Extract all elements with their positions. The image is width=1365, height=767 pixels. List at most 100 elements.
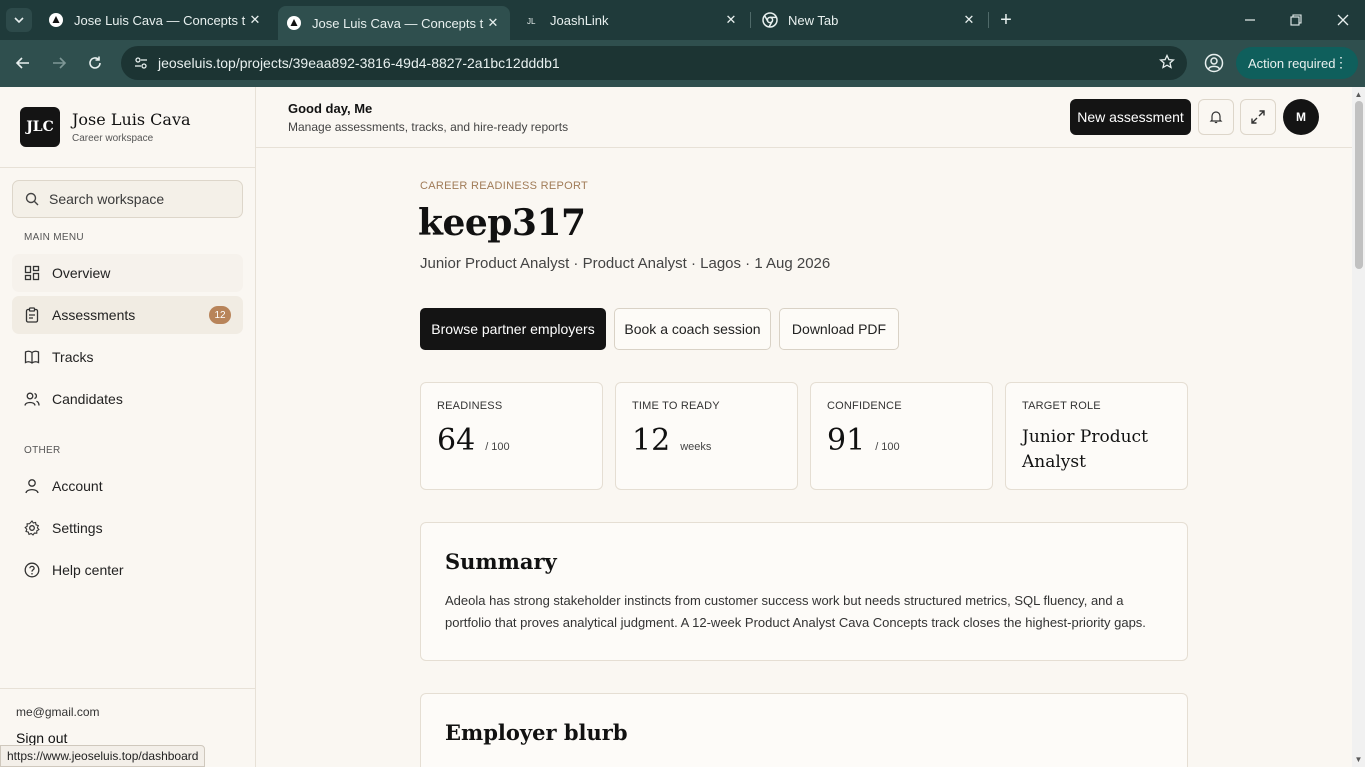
sidebar-item-label: Tracks (52, 349, 94, 365)
brand[interactable]: JLC Jose Luis Cava Career workspace (20, 107, 191, 147)
other-heading: OTHER (24, 445, 61, 456)
summary-text: Adeola has strong stakeholder instincts … (445, 593, 1146, 630)
sidebar-item-overview[interactable]: Overview (12, 254, 243, 292)
action-required-button[interactable]: Action required ⋮ (1236, 47, 1358, 79)
browser-tab-1[interactable]: Jose Luis Cava — Concepts that ✕ (40, 6, 272, 34)
count-badge: 12 (209, 306, 231, 324)
search-icon (25, 192, 39, 206)
report-eyebrow: CAREER READINESS REPORT (420, 180, 589, 192)
sidebar-item-label: Overview (52, 265, 111, 281)
stat-label: CONFIDENCE (827, 400, 902, 412)
users-icon (24, 391, 40, 407)
sidebar: JLC Jose Luis Cava Career workspace MAIN… (0, 87, 256, 767)
stat-value: 12 (632, 423, 671, 458)
tab-title: New Tab (788, 12, 839, 28)
stat-label: TARGET ROLE (1022, 400, 1101, 412)
url-text[interactable]: jeoseluis.top/projects/39eaa892-3816-49d… (158, 55, 560, 71)
browser-tab-bar: Jose Luis Cava — Concepts that ✕ Jose Lu… (0, 0, 1365, 40)
scroll-up-icon[interactable]: ▲ (1354, 90, 1363, 99)
summary-panel: Summary Adeola has strong stakeholder in… (420, 522, 1188, 661)
stat-label: TIME TO READY (632, 400, 720, 412)
tab-title: JoashLink (550, 12, 609, 28)
gear-icon (24, 520, 40, 536)
close-icon[interactable]: ✕ (722, 11, 740, 29)
browse-employers-button[interactable]: Browse partner employers (420, 308, 606, 350)
reload-button[interactable] (83, 51, 107, 75)
close-icon[interactable]: ✕ (484, 14, 502, 32)
more-vert-icon: ⋮ (1334, 54, 1348, 70)
tab-separator (750, 12, 751, 28)
sign-out-link[interactable]: Sign out (16, 730, 67, 746)
sidebar-item-label: Settings (52, 520, 103, 536)
sidebar-item-account[interactable]: Account (12, 467, 243, 505)
stat-card-readiness: READINESS 64 / 100 (420, 382, 603, 490)
search-input[interactable] (49, 191, 229, 207)
employer-blurb-title: Employer blurb (445, 720, 628, 745)
browser-tab-2-active[interactable]: Jose Luis Cava — Concepts that ✕ (278, 6, 510, 40)
tab-title: Jose Luis Cava — Concepts that (74, 12, 246, 28)
browser-tab-3[interactable]: JL JoashLink ✕ (516, 6, 748, 34)
book-coach-button[interactable]: Book a coach session (614, 308, 771, 350)
close-icon[interactable]: ✕ (246, 11, 264, 29)
stat-card-time-to-ready: TIME TO READY 12 weeks (615, 382, 798, 490)
stat-unit: / 100 (485, 441, 510, 453)
page-title: keep317 (418, 202, 586, 244)
scroll-down-icon[interactable]: ▼ (1354, 755, 1363, 764)
page-header: Good day, Me Manage assessments, tracks,… (256, 87, 1352, 148)
tab-title: Jose Luis Cava — Concepts that (312, 15, 484, 31)
arrow-left-icon (15, 57, 29, 69)
profile-icon[interactable] (1203, 52, 1225, 74)
fullscreen-button[interactable] (1240, 99, 1276, 135)
close-window-button[interactable] (1331, 8, 1355, 32)
page-scrollbar[interactable]: ▲ ▼ (1352, 87, 1365, 767)
clipboard-icon (24, 307, 40, 323)
new-assessment-button[interactable]: New assessment (1070, 99, 1191, 135)
stat-value: 91 (827, 423, 866, 458)
scroll-thumb[interactable] (1355, 101, 1363, 269)
forward-button[interactable] (47, 51, 71, 75)
expand-icon (1251, 110, 1265, 124)
arrow-right-icon (53, 57, 67, 69)
new-tab-button[interactable]: + (995, 9, 1017, 31)
link-hover-status: https://www.jeoseluis.top/dashboard (0, 745, 206, 767)
sidebar-item-label: Assessments (52, 307, 136, 323)
stat-unit: weeks (680, 441, 712, 453)
grid-icon (24, 265, 40, 281)
employer-blurb-panel: Employer blurb (420, 693, 1188, 767)
stat-unit: / 100 (875, 441, 900, 453)
sidebar-item-assessments[interactable]: Assessments 12 (12, 296, 243, 334)
sidebar-item-candidates[interactable]: Candidates (12, 380, 243, 418)
restore-button[interactable] (1284, 8, 1308, 32)
download-pdf-button[interactable]: Download PDF (779, 308, 899, 350)
stat-card-target-role: TARGET ROLE Junior Product Analyst (1005, 382, 1188, 490)
sidebar-item-label: Help center (52, 562, 124, 578)
report-meta: Junior Product Analyst · Product Analyst… (420, 255, 831, 272)
close-icon[interactable]: ✕ (960, 11, 978, 29)
search-box[interactable] (12, 180, 243, 218)
brand-logo: JLC (20, 107, 60, 147)
site-info-icon[interactable] (133, 55, 149, 71)
notifications-button[interactable] (1198, 99, 1234, 135)
triangle-icon (48, 12, 64, 28)
sidebar-item-settings[interactable]: Settings (12, 509, 243, 547)
minimize-button[interactable] (1238, 8, 1262, 32)
browser-tab-4[interactable]: New Tab ✕ (754, 6, 986, 34)
tab-search-button[interactable] (6, 8, 32, 32)
close-icon (1337, 14, 1349, 26)
sidebar-item-help-center[interactable]: Help center (12, 551, 243, 589)
action-required-label: Action required (1248, 55, 1336, 71)
back-button[interactable] (11, 51, 35, 75)
greeting: Good day, Me (288, 101, 373, 116)
bookmark-star-icon[interactable] (1159, 53, 1175, 75)
tab-separator (988, 12, 989, 28)
chevron-down-icon (14, 17, 24, 24)
sidebar-item-tracks[interactable]: Tracks (12, 338, 243, 376)
jl-icon: JL (524, 12, 540, 28)
avatar[interactable]: M (1283, 99, 1319, 135)
stat-card-confidence: CONFIDENCE 91 / 100 (810, 382, 993, 490)
browser-toolbar: jeoseluis.top/projects/39eaa892-3816-49d… (0, 40, 1365, 87)
svg-text:JL: JL (527, 17, 536, 26)
stat-label: READINESS (437, 400, 503, 412)
summary-title: Summary (445, 549, 557, 574)
address-bar[interactable]: jeoseluis.top/projects/39eaa892-3816-49d… (121, 46, 1187, 80)
